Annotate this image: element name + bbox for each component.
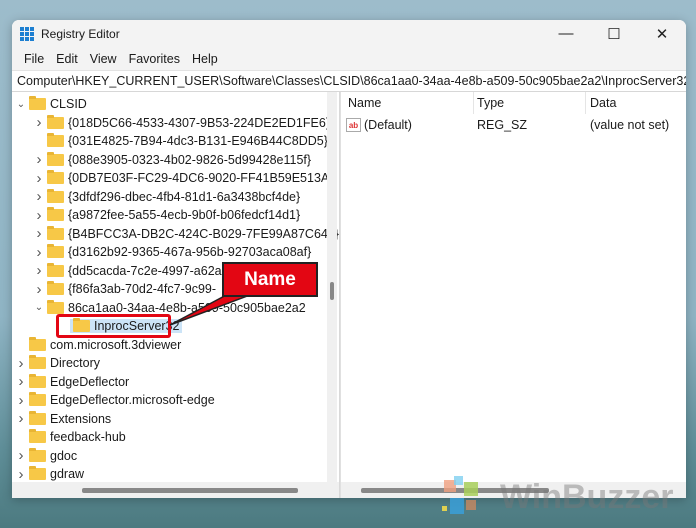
callout-pointer bbox=[169, 291, 259, 326]
winbuzzer-logo-icon bbox=[442, 476, 478, 514]
name-callout: Name bbox=[222, 262, 318, 297]
watermark: WinBuzzer bbox=[500, 478, 674, 516]
